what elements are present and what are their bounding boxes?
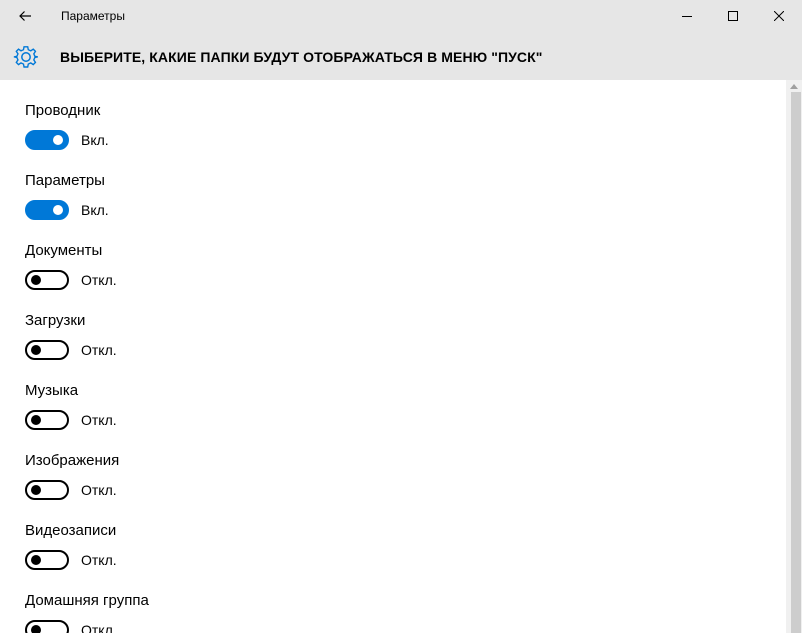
toggle-state: Вкл. <box>81 202 109 218</box>
toggle-state: Откл. <box>81 482 117 498</box>
scroll-up-arrow[interactable] <box>786 80 802 92</box>
toggle-knob <box>31 555 41 565</box>
scroll-thumb[interactable] <box>791 92 801 633</box>
back-button[interactable] <box>6 0 44 32</box>
setting-label: Загрузки <box>25 312 86 329</box>
toggle-state: Откл. <box>81 552 117 568</box>
setting-label: Изображения <box>25 452 120 469</box>
settings-list: Проводник Вкл. Параметры Вкл. Документы … <box>0 80 786 633</box>
page-title: ВЫБЕРИТЕ, КАКИЕ ПАПКИ БУДУТ ОТОБРАЖАТЬСЯ… <box>60 49 543 65</box>
minimize-button[interactable] <box>664 0 710 32</box>
toggle-switch[interactable] <box>25 340 69 360</box>
maximize-button[interactable] <box>710 0 756 32</box>
toggle-knob <box>31 485 41 495</box>
setting-item: Документы Откл. <box>25 220 425 290</box>
setting-item: Видеозаписи Откл. <box>25 500 425 570</box>
toggle-switch[interactable] <box>25 270 69 290</box>
toggle-switch[interactable] <box>25 130 69 150</box>
setting-item: Домашняя группа Откл. <box>25 570 425 633</box>
setting-item: Загрузки Откл. <box>25 290 425 360</box>
toggle-switch[interactable] <box>25 480 69 500</box>
vertical-scrollbar[interactable] <box>786 80 802 633</box>
toggle-state: Откл. <box>81 272 117 288</box>
title-bar: Параметры <box>0 0 802 32</box>
toggle-switch[interactable] <box>25 200 69 220</box>
gear-icon <box>13 46 38 68</box>
toggle-state: Вкл. <box>81 132 109 148</box>
setting-label: Параметры <box>25 172 105 189</box>
toggle-knob <box>31 625 41 633</box>
toggle-state: Откл. <box>81 342 117 358</box>
close-icon <box>774 11 784 21</box>
toggle-switch[interactable] <box>25 550 69 570</box>
toggle-state: Откл. <box>81 412 117 428</box>
setting-label: Домашняя группа <box>25 592 149 609</box>
setting-label: Музыка <box>25 382 79 399</box>
page-header: ВЫБЕРИТЕ, КАКИЕ ПАПКИ БУДУТ ОТОБРАЖАТЬСЯ… <box>0 32 802 80</box>
toggle-state: Откл. <box>81 622 117 633</box>
window-title: Параметры <box>61 9 125 23</box>
toggle-switch[interactable] <box>25 410 69 430</box>
setting-label: Документы <box>25 242 103 259</box>
setting-label: Видеозаписи <box>25 522 117 539</box>
setting-item: Музыка Откл. <box>25 360 425 430</box>
toggle-knob <box>53 205 63 215</box>
settings-window: Параметры ВЫБЕРИТЕ, КАКИЕ ПАПКИ БУДУТ ОТ… <box>0 0 802 633</box>
minimize-icon <box>682 16 692 17</box>
toggle-knob <box>31 415 41 425</box>
maximize-icon <box>728 11 738 21</box>
toggle-knob <box>31 345 41 355</box>
setting-label: Проводник <box>25 102 101 119</box>
toggle-switch[interactable] <box>25 620 69 633</box>
close-button[interactable] <box>756 0 802 32</box>
chevron-up-icon <box>790 83 798 89</box>
arrow-left-icon <box>19 11 31 21</box>
toggle-knob <box>31 275 41 285</box>
toggle-knob <box>53 135 63 145</box>
setting-item: Параметры Вкл. <box>25 150 425 220</box>
setting-item: Проводник Вкл. <box>25 80 425 150</box>
setting-item: Изображения Откл. <box>25 430 425 500</box>
